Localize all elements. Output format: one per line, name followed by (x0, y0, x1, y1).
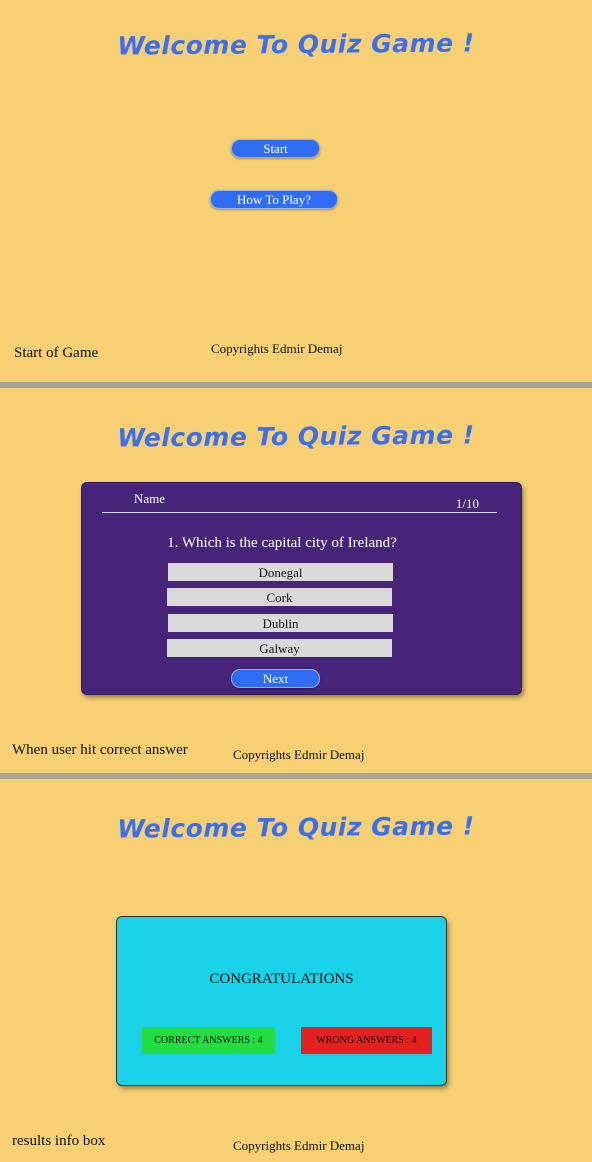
result-caption: results info box (12, 1133, 106, 1149)
answer-option[interactable]: Galway (167, 639, 392, 657)
start-panel: Welcome To Quiz Game ! Start How To Play… (0, 0, 592, 382)
page-title: Welcome To Quiz Game ! (117, 420, 475, 453)
player-name-label: Name (134, 491, 166, 506)
quiz-caption: When user hit correct answer (12, 742, 188, 758)
page-title: Welcome To Quiz Game ! (117, 28, 475, 61)
header-divider (102, 512, 497, 513)
answer-option[interactable]: Donegal (168, 563, 393, 581)
next-button[interactable]: Next (231, 669, 320, 688)
copyright-text: Copyrights Edmir Demaj (233, 747, 365, 762)
question-counter: 1/10 (455, 496, 479, 511)
question-text: 1. Which is the capital city of Ireland? (167, 535, 397, 551)
correct-answers-badge: CORRECT ANSWERS : 4 (142, 1027, 275, 1054)
how-to-play-button[interactable]: How To Play? (210, 190, 338, 209)
page-title: Welcome To Quiz Game ! (117, 811, 475, 844)
results-info-box: CONGRATULATIONS CORRECT ANSWERS : 4 WRON… (116, 916, 447, 1086)
answer-option[interactable]: Cork (167, 588, 392, 606)
copyright-text: Copyrights Edmir Demaj (211, 341, 343, 356)
quiz-box: Name 1/10 1. Which is the capital city o… (81, 482, 522, 695)
wrong-answers-badge: WRONG ANSWERS : 4 (301, 1027, 432, 1054)
copyright-text: Copyrights Edmir Demaj (233, 1138, 365, 1153)
congratulations-text: CONGRATULATIONS (209, 971, 354, 987)
start-caption: Start of Game (14, 345, 99, 361)
start-button[interactable]: Start (231, 139, 320, 158)
answer-option[interactable]: Dublin (168, 614, 393, 632)
